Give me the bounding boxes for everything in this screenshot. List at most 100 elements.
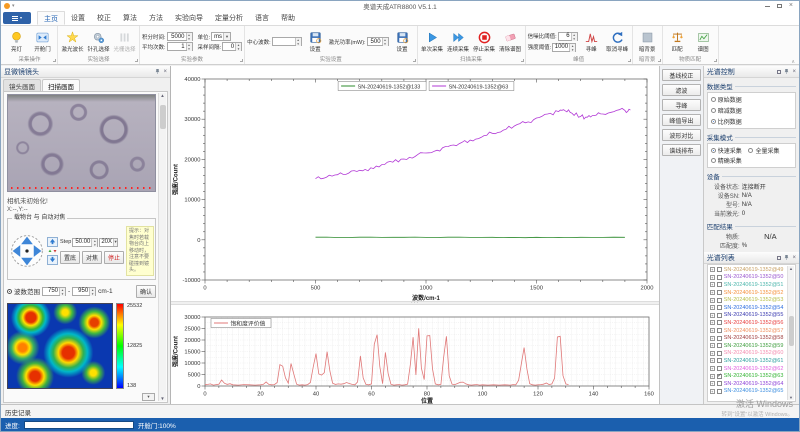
focus-button[interactable]: 对焦 [82, 251, 102, 264]
pin-icon[interactable] [155, 68, 160, 75]
lens-tab-2[interactable]: 扫描画面 [42, 79, 80, 91]
expander-icon[interactable]: + [710, 374, 715, 379]
action-button-1[interactable]: 基线校正 [662, 69, 701, 81]
objective-select[interactable]: 20X▾ [99, 238, 118, 247]
expander-icon[interactable]: + [710, 275, 715, 280]
menu-tab-5[interactable]: 方法 [143, 11, 169, 25]
ribbon-button-undo[interactable]: 取消寻峰 [605, 31, 630, 53]
expander-icon[interactable]: + [710, 389, 715, 394]
dialog-launcher-icon[interactable] [521, 59, 524, 62]
dialog-launcher-icon[interactable] [628, 59, 631, 62]
expander-icon[interactable]: + [710, 336, 715, 341]
stage-z-up-button[interactable] [47, 237, 58, 247]
spectrum-list-item[interactable]: +SN-20240619-1352@56 [710, 319, 786, 327]
close-icon[interactable]: × [792, 69, 796, 75]
spectrum-checkbox[interactable] [717, 267, 722, 272]
dialog-launcher-icon[interactable] [413, 59, 416, 62]
maximize-button[interactable] [777, 4, 782, 8]
expander-icon[interactable]: + [710, 305, 715, 310]
expander-icon[interactable]: + [710, 366, 715, 371]
range-confirm-button[interactable]: 确认 [136, 285, 156, 298]
spectrum-checkbox[interactable] [717, 305, 722, 310]
ribbon-button-save[interactable]: 设置 [303, 31, 328, 53]
expander-icon[interactable]: + [710, 282, 715, 287]
field-input[interactable]: 500▴▾ [367, 37, 389, 46]
spectrum-list-item[interactable]: +SN-20240619-1352@49 [710, 266, 786, 274]
expander-icon[interactable]: + [710, 343, 715, 348]
menu-tab-2[interactable]: 设置 [65, 11, 91, 25]
dialog-launcher-icon[interactable] [240, 59, 243, 62]
scrollbar-thumb[interactable] [160, 105, 166, 129]
menu-tab-6[interactable]: 实验向导 [169, 11, 209, 25]
radio-option[interactable]: 比例数据 [711, 117, 792, 126]
dialog-launcher-icon[interactable] [714, 59, 717, 62]
menu-tab-7[interactable]: 定量分析 [209, 11, 249, 25]
ribbon-button-shutter[interactable]: 开舱门 [30, 31, 55, 53]
action-button-2[interactable]: 滤波 [662, 84, 701, 96]
ribbon-button-scales[interactable]: 匹配 [665, 31, 690, 53]
spectrum-checkbox[interactable] [717, 328, 722, 333]
ribbon-button-pinhole[interactable]: 针孔选择 [86, 31, 111, 53]
radio-icon[interactable] [748, 148, 753, 153]
expander-icon[interactable]: + [710, 298, 715, 303]
spectrum-list-item[interactable]: +SN-20240619-1352@61 [710, 357, 786, 365]
step-input[interactable]: 50.00▴▾ [72, 238, 98, 247]
radio-icon[interactable] [711, 158, 716, 163]
ribbon-button-eraser[interactable]: 清除谱图 [498, 31, 523, 53]
field-input[interactable]: 6▴▾ [558, 32, 578, 41]
dock-icon[interactable] [777, 256, 781, 260]
expander-icon[interactable]: + [710, 267, 715, 272]
spectrum-list-scrollbar[interactable]: ▲ ▼ [787, 266, 794, 400]
scrollbar-thumb[interactable] [789, 316, 794, 346]
ribbon-button-lamp[interactable]: 亮灯 [4, 31, 29, 53]
action-button-4[interactable]: 峰值导出 [662, 114, 701, 126]
dialog-launcher-icon[interactable] [53, 59, 56, 62]
history-label[interactable]: 历史记录 [5, 407, 31, 417]
ribbon-button-darkbg[interactable]: 暗背景 [635, 31, 660, 53]
dialog-launcher-icon[interactable] [658, 59, 661, 62]
minimize-button[interactable] [765, 6, 770, 7]
spectrum-checkbox[interactable] [717, 358, 722, 363]
file-menu-button[interactable]: ▾ [3, 12, 31, 24]
radio-option[interactable]: 快速采集 [711, 146, 747, 155]
spectrum-checkbox[interactable] [717, 275, 722, 280]
radio-icon[interactable] [711, 119, 716, 124]
menu-tab-1[interactable]: 主页 [37, 11, 65, 25]
spectrum-list-item[interactable]: +SN-20240619-1352@52 [710, 289, 786, 297]
range-from-input[interactable]: 750▴▾ [42, 287, 66, 296]
field-input[interactable]: ms▾ [211, 32, 231, 41]
spectrum-list-item[interactable]: +SN-20240619-1352@51 [710, 281, 786, 289]
ribbon-button-play[interactable]: 单次采集 [420, 31, 445, 53]
ribbon-button-save[interactable]: 设置 [390, 31, 415, 53]
field-input[interactable]: 1000▴▾ [552, 43, 576, 52]
pin-icon[interactable] [784, 68, 789, 75]
spectrum-chart[interactable]: 0500100015002000-10000010000200003000040… [171, 66, 659, 301]
menu-tab-3[interactable]: 校正 [91, 11, 117, 25]
stop-focus-button[interactable]: 停止 [104, 251, 124, 264]
scroll-up-icon[interactable]: ▲ [160, 93, 164, 98]
radio-icon[interactable] [711, 148, 716, 153]
expander-icon[interactable]: + [710, 328, 715, 333]
field-input[interactable]: 5000▴▾ [167, 32, 193, 41]
expander-icon[interactable]: + [710, 351, 715, 356]
action-button-6[interactable]: 谱线排布 [662, 144, 701, 156]
dialog-launcher-icon[interactable] [135, 59, 138, 62]
spectrum-list-item[interactable]: +SN-20240619-1352@58 [710, 334, 786, 342]
left-panel-scrollbar[interactable]: ▲ ▼ [158, 93, 166, 401]
dock-icon[interactable] [777, 70, 781, 74]
expander-icon[interactable]: + [710, 313, 715, 318]
close-button[interactable]: × [789, 3, 793, 9]
radio-option[interactable]: 全量采集 [748, 146, 784, 155]
ribbon-button-laser[interactable]: 激光波长 [60, 31, 85, 53]
spectrum-checkbox[interactable] [717, 343, 722, 348]
radio-option[interactable]: 原始数据 [711, 95, 792, 104]
focus-evaluation-chart[interactable]: 0204060801001201401600500010000150002000… [171, 305, 659, 404]
spectrum-checkbox[interactable] [717, 366, 722, 371]
range-to-input[interactable]: 950▴▾ [72, 287, 96, 296]
field-input[interactable]: ▴▾ [272, 37, 302, 46]
close-icon[interactable]: × [163, 69, 167, 75]
lens-tab-1[interactable]: 镜头画面 [3, 79, 41, 91]
radio-icon[interactable] [711, 108, 716, 113]
spectrum-checkbox[interactable] [717, 381, 722, 386]
spectrum-checkbox[interactable] [717, 290, 722, 295]
